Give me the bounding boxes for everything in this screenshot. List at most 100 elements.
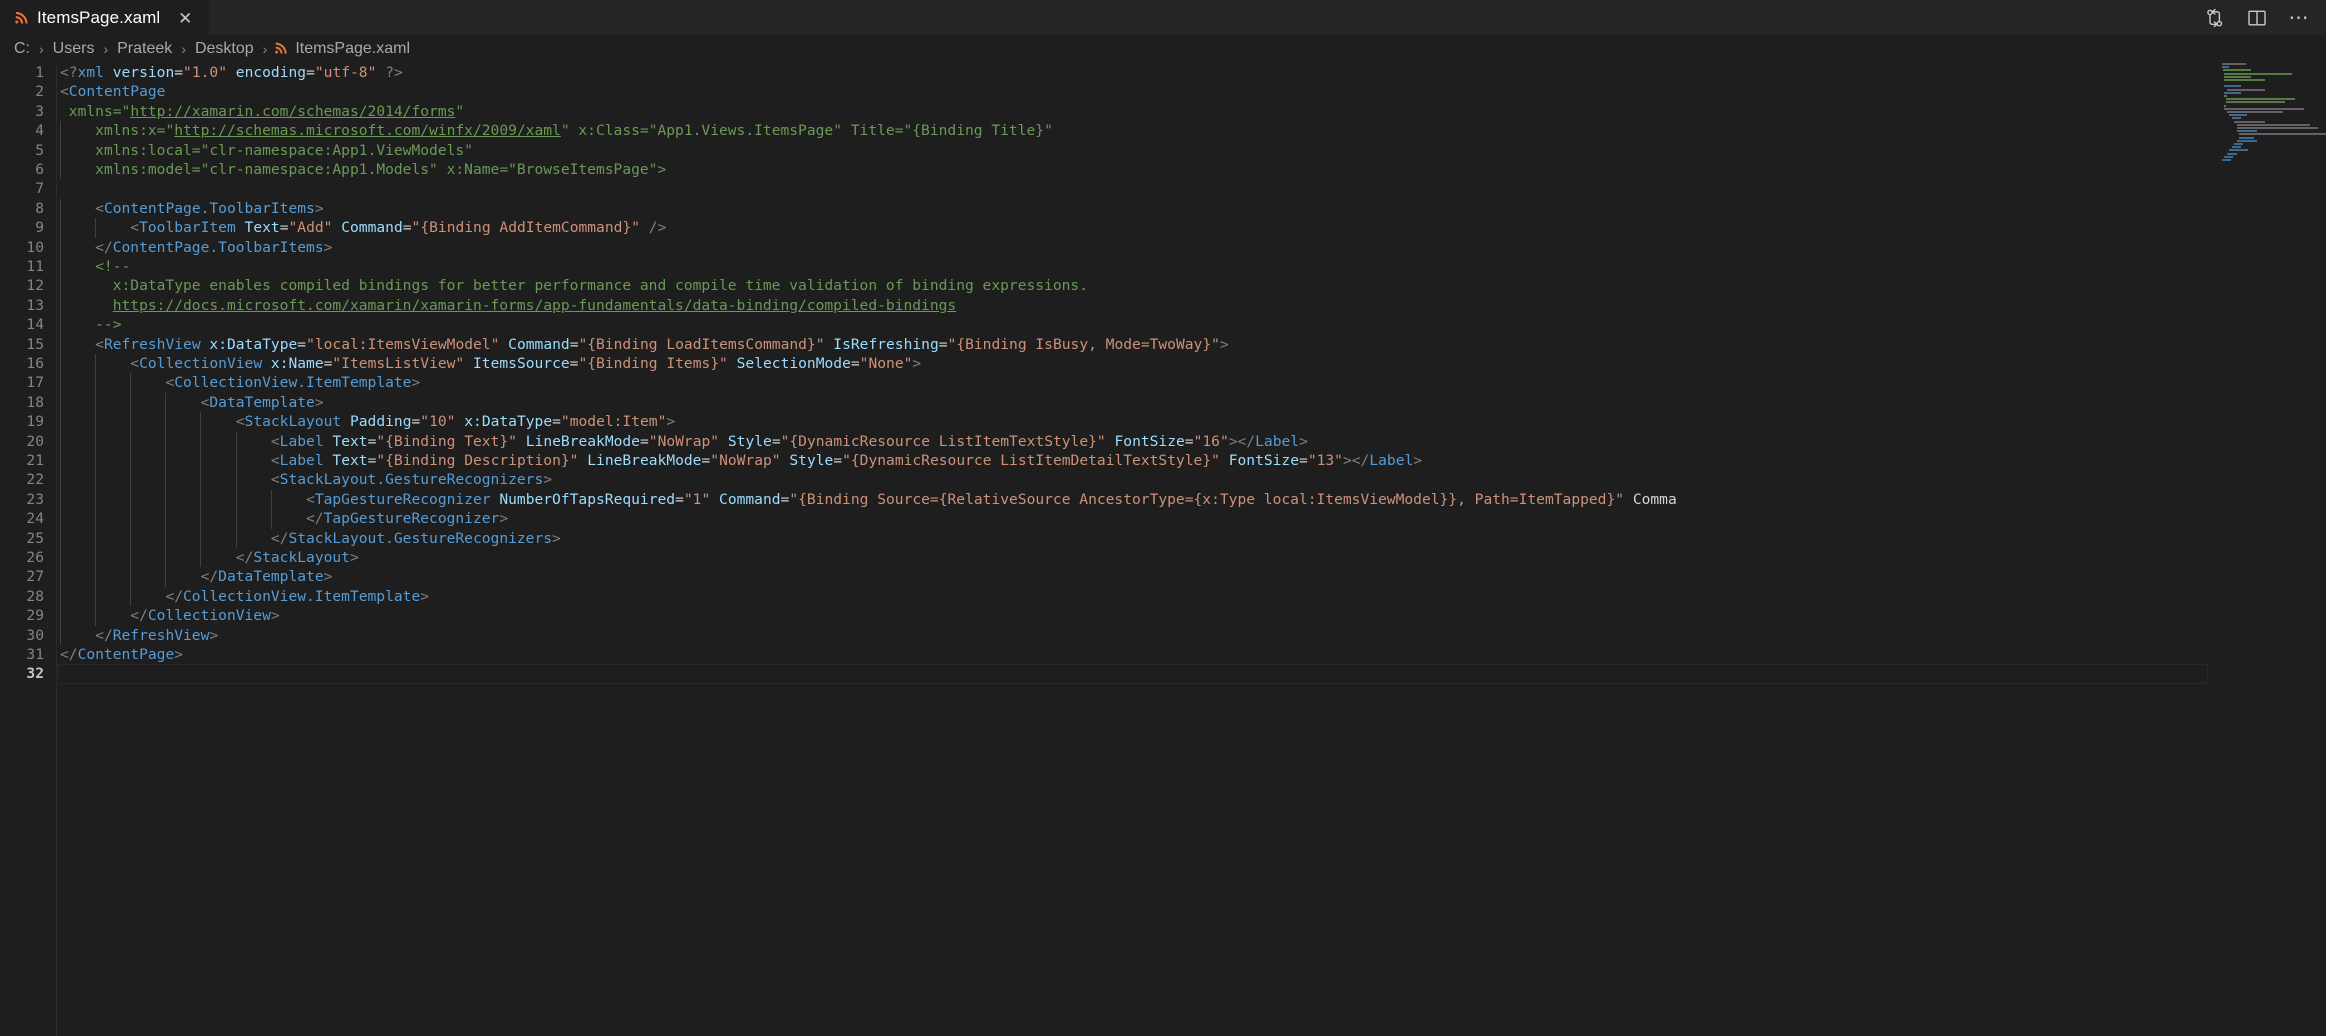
line-content: </TapGestureRecognizer> — [306, 510, 509, 528]
code-line[interactable]: 13 https://docs.microsoft.com/xamarin/xa… — [0, 296, 2215, 315]
line-number: 20 — [26, 432, 44, 450]
minimap-line — [2224, 155, 2234, 158]
line-content: <StackLayout Padding="10" x:DataType="mo… — [235, 413, 676, 431]
breadcrumb-item-file[interactable]: ItemsPage.xaml — [274, 40, 410, 58]
breadcrumb-item-drive[interactable]: C: — [12, 40, 32, 58]
line-content: xmlns:x="http://schemas.microsoft.com/wi… — [95, 122, 1053, 140]
line-content: <!-- — [60, 258, 131, 275]
line-content: <CollectionView x:Name="ItemsListView" I… — [130, 355, 922, 372]
code-line[interactable]: 19 <StackLayout Padding="10" x:DataType=… — [0, 412, 2215, 431]
line-content: <ToolbarItem Text="Add" Command="{Bindin… — [130, 219, 667, 237]
minimap-line — [2236, 123, 2311, 126]
line-number: 16 — [26, 355, 44, 372]
code-editor[interactable]: 1 <?xml version="1.0" encoding="utf-8" ?>… — [0, 63, 2326, 1036]
line-number: 11 — [26, 258, 44, 275]
minimap-line — [2226, 88, 2265, 91]
code-line[interactable]: 6 xmlns:model="clr-namespace:App1.Models… — [0, 160, 2215, 179]
code-line[interactable]: 32 — [0, 664, 2215, 684]
line-number: 29 — [26, 607, 44, 625]
code-line[interactable]: 4 xmlns:x="http://schemas.microsoft.com/… — [0, 121, 2215, 140]
code-line[interactable]: 17 <CollectionView.ItemTemplate> — [0, 373, 2215, 392]
minimap-line — [2225, 101, 2286, 104]
line-number: 23 — [26, 490, 44, 508]
code-line[interactable]: 12 x:DataType enables compiled bindings … — [0, 276, 2215, 295]
minimap-line — [2222, 159, 2231, 161]
minimap-line — [2226, 111, 2283, 113]
code-line[interactable]: 27 </DataTemplate> — [0, 567, 2215, 586]
minimap-line — [2239, 133, 2326, 136]
minimap-line — [2224, 85, 2241, 88]
code-line[interactable]: 9 <ToolbarItem Text="Add" Command="{Bind… — [0, 218, 2215, 237]
line-content: <Label Text="{Binding Description}" Line… — [270, 452, 1423, 469]
code-line[interactable]: 8 <ContentPage.ToolbarItems> — [0, 199, 2215, 218]
line-content: <TapGestureRecognizer NumberOfTapsRequir… — [306, 490, 1677, 508]
code-line[interactable]: 1 <?xml version="1.0" encoding="utf-8" ?> — [0, 63, 2215, 82]
split-editor-icon[interactable] — [2246, 7, 2268, 29]
breadcrumb-item-users[interactable]: Users — [51, 40, 97, 58]
code-line[interactable]: 29 </CollectionView> — [0, 606, 2215, 625]
breadcrumb-file-label: ItemsPage.xaml — [295, 40, 411, 57]
code-line[interactable]: 30 </RefreshView> — [0, 626, 2215, 645]
minimap-gutter — [2215, 63, 2222, 1036]
minimap[interactable] — [2215, 63, 2326, 1036]
code-line[interactable]: 3 xmlns="http://xamarin.com/schemas/2014… — [0, 102, 2215, 121]
xaml-file-icon — [13, 9, 29, 28]
line-number: 19 — [26, 413, 44, 431]
code-line[interactable]: 21 <Label Text="{Binding Description}" L… — [0, 451, 2215, 470]
line-number: 27 — [26, 568, 44, 586]
line-number: 18 — [26, 393, 44, 411]
code-line[interactable]: 10 </ContentPage.ToolbarItems> — [0, 238, 2215, 257]
line-content: xmlns="http://xamarin.com/schemas/2014/f… — [68, 102, 465, 120]
line-number: 15 — [26, 335, 44, 353]
line-content: </ContentPage> — [60, 646, 184, 663]
line-number: 26 — [26, 549, 44, 566]
line-content: </RefreshView> — [95, 626, 219, 644]
breadcrumb-item-prateek[interactable]: Prateek — [115, 40, 174, 58]
breadcrumb-separator-icon: › — [262, 41, 268, 57]
line-number: 14 — [26, 316, 44, 334]
code-line[interactable]: 5 xmlns:local="clr-namespace:App1.ViewMo… — [0, 141, 2215, 160]
tab-itemspage-xaml[interactable]: ItemsPage.xaml ✕ — [0, 0, 210, 35]
tab-label: ItemsPage.xaml — [37, 8, 161, 27]
minimap-line — [2224, 95, 2227, 97]
code-line[interactable]: 14 --> — [0, 315, 2215, 334]
line-content: <Label Text="{Binding Text}" LineBreakMo… — [270, 432, 1308, 450]
line-number: 1 — [35, 64, 44, 81]
minimap-line — [2234, 143, 2244, 145]
minimap-line — [2231, 146, 2242, 149]
code-line[interactable]: 22 <StackLayout.GestureRecognizers> — [0, 470, 2215, 489]
line-content: </ContentPage.ToolbarItems> — [95, 238, 333, 256]
minimap-line — [2231, 117, 2241, 120]
minimap-line — [2236, 130, 2257, 133]
code-line[interactable]: 7 — [0, 179, 2215, 198]
line-content: xmlns:model="clr-namespace:App1.Models" … — [95, 161, 667, 178]
more-actions-icon[interactable]: ⋯ — [2288, 7, 2310, 29]
breadcrumb-item-desktop[interactable]: Desktop — [193, 40, 256, 58]
line-number: 28 — [26, 587, 44, 605]
code-text-area[interactable]: 1 <?xml version="1.0" encoding="utf-8" ?>… — [0, 63, 2215, 1036]
code-line[interactable]: 11 <!-- — [0, 257, 2215, 276]
current-line-highlight — [58, 664, 2208, 684]
line-number: 32 — [26, 665, 44, 683]
code-line[interactable]: 26 </StackLayout> — [0, 548, 2215, 567]
minimap-line — [2222, 63, 2247, 65]
code-line[interactable]: 16 <CollectionView x:Name="ItemsListView… — [0, 354, 2215, 373]
code-line[interactable]: 20 <Label Text="{Binding Text}" LineBrea… — [0, 432, 2215, 451]
line-content: <DataTemplate> — [200, 393, 324, 411]
line-number: 8 — [35, 199, 44, 217]
code-line[interactable]: 28 </CollectionView.ItemTemplate> — [0, 587, 2215, 606]
code-line[interactable]: 23 <TapGestureRecognizer NumberOfTapsReq… — [0, 490, 2215, 509]
line-number: 24 — [26, 510, 44, 528]
line-content: xmlns:local="clr-namespace:App1.ViewMode… — [95, 141, 473, 159]
minimap-line — [2222, 66, 2230, 69]
code-line[interactable]: 18 <DataTemplate> — [0, 393, 2215, 412]
code-line[interactable]: 2 <ContentPage — [0, 82, 2215, 101]
code-line[interactable]: 15 <RefreshView x:DataType="local:ItemsV… — [0, 335, 2215, 354]
line-number: 13 — [26, 296, 44, 314]
xaml-file-icon — [274, 40, 288, 58]
code-line[interactable]: 24 </TapGestureRecognizer> — [0, 509, 2215, 528]
code-line[interactable]: 31 </ContentPage> — [0, 645, 2215, 664]
split-diff-icon[interactable] — [2204, 7, 2226, 29]
close-icon[interactable]: ✕ — [176, 10, 194, 27]
code-line[interactable]: 25 </StackLayout.GestureRecognizers> — [0, 529, 2215, 548]
